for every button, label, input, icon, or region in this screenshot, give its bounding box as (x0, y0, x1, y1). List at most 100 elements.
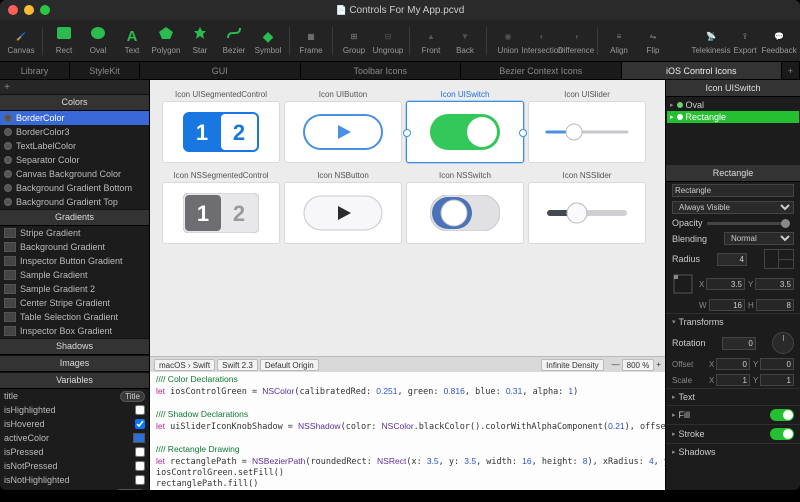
color-row[interactable]: Canvas Background Color (0, 167, 149, 181)
gradient-row[interactable]: Inspector Box Gradient (0, 324, 149, 338)
visibility-select[interactable]: Always Visible (672, 201, 794, 214)
density-select[interactable]: Infinite Density (541, 359, 603, 371)
zoom-value[interactable]: 800 % (622, 359, 655, 371)
tool-ungroup[interactable]: ⊟Ungroup (371, 26, 405, 55)
canvas-item-selected[interactable]: Icon UISwitch (406, 90, 524, 163)
tab-bezier-icons[interactable]: Bezier Context Icons (461, 62, 622, 79)
swift-select[interactable]: Swift 2.3 (217, 359, 258, 371)
gradient-row[interactable]: Sample Gradient 2 (0, 282, 149, 296)
tool-group[interactable]: ⊞Group (337, 26, 371, 55)
tool-back[interactable]: ▼Back (448, 26, 482, 55)
rotation-label: Rotation (672, 338, 706, 348)
tab-toolbar-icons[interactable]: Toolbar Icons (301, 62, 462, 79)
tool-rect[interactable]: Rect (47, 26, 81, 55)
tool-oval[interactable]: Oval (81, 26, 115, 55)
canvas-item[interactable]: Icon UISlider (528, 90, 646, 163)
color-row[interactable]: Separator Color (0, 153, 149, 167)
fill-toggle[interactable] (770, 409, 794, 421)
blending-select[interactable]: Normal (724, 232, 794, 245)
add-color-button[interactable]: + (0, 82, 14, 93)
tab-ios-icons[interactable]: iOS Control Icons (622, 62, 783, 79)
code-toolbar: macOS › Swift Swift 2.3 Default Origin I… (150, 356, 665, 372)
offset-y-field[interactable] (760, 358, 794, 370)
origin-select[interactable]: Default Origin (260, 359, 319, 371)
gradient-row[interactable]: Sample Gradient (0, 268, 149, 282)
canvas-item[interactable]: Icon NSSwitch (406, 171, 524, 244)
color-row[interactable]: BorderColor (0, 111, 149, 125)
platform-select[interactable]: macOS › Swift (154, 359, 215, 371)
x-field[interactable] (706, 278, 745, 290)
canvas-item[interactable]: Icon NSButton (284, 171, 402, 244)
library-panel: + Colors BorderColor BorderColor3 TextLa… (0, 80, 150, 490)
var-row[interactable]: isNotPressed (0, 459, 149, 473)
canvas-area[interactable]: Icon UISegmentedControl12 Icon UIButton … (150, 80, 665, 356)
tool-frame[interactable]: ▦Frame (294, 26, 328, 55)
tool-canvas[interactable]: 🖌️Canvas (4, 26, 38, 55)
gradient-row[interactable]: Center Stripe Gradient (0, 296, 149, 310)
rotation-field[interactable] (722, 337, 756, 350)
tool-feedback[interactable]: 💬Feedback (762, 26, 796, 55)
tool-star[interactable]: Star (183, 26, 217, 55)
color-row[interactable]: TextLabelColor (0, 139, 149, 153)
outline-item[interactable]: ▸Oval (670, 99, 796, 111)
tool-polygon[interactable]: Polygon (149, 26, 183, 55)
tab-add[interactable]: + (782, 62, 800, 79)
var-row[interactable]: activeColor (0, 431, 149, 445)
h-field[interactable] (756, 299, 794, 311)
stroke-section[interactable]: Stroke (679, 429, 705, 439)
tool-union[interactable]: ◉Union (491, 26, 525, 55)
offset-x-field[interactable] (716, 358, 750, 370)
tool-difference[interactable]: ◑Difference (559, 26, 593, 55)
tab-gui[interactable]: GUI (140, 62, 301, 79)
scale-y-field[interactable] (760, 374, 794, 386)
svg-text:1: 1 (196, 120, 208, 145)
color-row[interactable]: Background Gradient Top (0, 195, 149, 209)
var-row[interactable]: isPressed (0, 445, 149, 459)
outline-item-selected[interactable]: ▸Rectangle (667, 111, 799, 123)
gradient-row[interactable]: Table Selection Gradient (0, 310, 149, 324)
var-row[interactable]: labelLabel (0, 487, 149, 490)
radius-field[interactable] (717, 253, 747, 266)
transforms-header[interactable]: Transforms (679, 317, 724, 327)
tool-bezier[interactable]: Bezier (217, 26, 251, 55)
corner-radius-picker[interactable] (764, 249, 794, 269)
var-row[interactable]: isHighlighted (0, 403, 149, 417)
tool-text[interactable]: AText (115, 26, 149, 55)
tool-align[interactable]: ≡Align (602, 26, 636, 55)
code-view[interactable]: //// Color Declarations let iosControlGr… (150, 372, 665, 490)
gradient-row[interactable]: Inspector Button Gradient (0, 254, 149, 268)
canvas-item[interactable]: Icon NSSegmentedControl12 (162, 171, 280, 244)
canvas-item[interactable]: Icon UISegmentedControl12 (162, 90, 280, 163)
color-row[interactable]: Background Gradient Bottom (0, 181, 149, 195)
gradient-row[interactable]: Stripe Gradient (0, 226, 149, 240)
stroke-toggle[interactable] (770, 428, 794, 440)
tool-symbol[interactable]: ◆Symbol (251, 26, 285, 55)
tool-flip[interactable]: ⇋Flip (636, 26, 670, 55)
tool-export[interactable]: ⇪Export (728, 26, 762, 55)
svg-text:2: 2 (233, 201, 245, 226)
opacity-slider[interactable] (707, 222, 790, 225)
y-field[interactable] (755, 278, 794, 290)
tool-intersection[interactable]: ◐Intersection (525, 26, 559, 55)
shadows-inspector-section[interactable]: Shadows (679, 447, 716, 457)
canvas-item[interactable]: Icon UIButton (284, 90, 402, 163)
color-row[interactable]: BorderColor3 (0, 125, 149, 139)
tool-front[interactable]: ▲Front (414, 26, 448, 55)
svg-text:1: 1 (197, 201, 209, 226)
frame-origin-icon[interactable] (672, 273, 694, 295)
shape-name-field[interactable] (672, 184, 794, 197)
canvas-tabs: Library StyleKit GUI Toolbar Icons Bezie… (0, 62, 800, 80)
scale-x-field[interactable] (716, 374, 750, 386)
w-field[interactable] (709, 299, 745, 311)
text-section[interactable]: Text (679, 392, 696, 402)
gradient-row[interactable]: Background Gradient (0, 240, 149, 254)
canvas-item[interactable]: Icon NSSlider (528, 171, 646, 244)
tab-library[interactable]: Library (0, 62, 70, 79)
tab-stylekit[interactable]: StyleKit (70, 62, 140, 79)
fill-section[interactable]: Fill (679, 410, 691, 420)
var-row[interactable]: isHovered (0, 417, 149, 431)
var-row[interactable]: titleTitle (0, 389, 149, 403)
rotation-dial[interactable] (772, 332, 794, 354)
var-row[interactable]: isNotHighlighted (0, 473, 149, 487)
tool-telekinesis[interactable]: 📡Telekinesis (694, 26, 728, 55)
